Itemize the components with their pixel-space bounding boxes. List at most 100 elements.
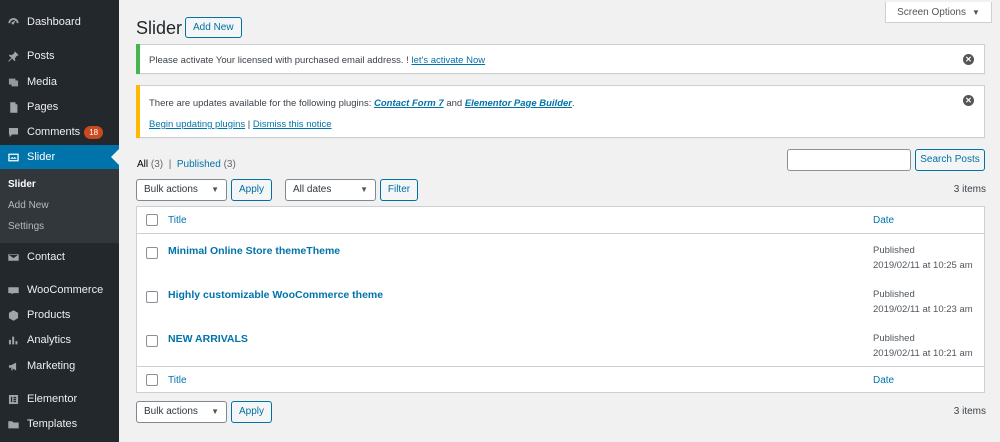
bar-chart-icon (6, 333, 20, 347)
sidebar-item-pages[interactable]: Pages (0, 95, 119, 119)
updates-notice-text: There are updates available for the foll… (149, 98, 575, 109)
chevron-down-icon: ▼ (211, 185, 219, 194)
sidebar-item-label: Analytics (27, 334, 72, 346)
begin-updating-link[interactable]: Begin updating plugins (149, 119, 245, 130)
filter-published-link[interactable]: Published (177, 159, 221, 170)
page-title: Slider (136, 18, 183, 38)
main-content: Screen Options ▼ Slider Add New Please a… (119, 0, 1000, 442)
column-date-footer[interactable]: Date (873, 375, 894, 386)
sidebar-item-products[interactable]: Products (0, 303, 119, 327)
notice-warning-bar (136, 85, 140, 138)
submenu-item-slider[interactable]: Slider (8, 179, 36, 190)
current-indicator (111, 149, 119, 165)
folder-icon (6, 417, 20, 431)
sidebar-item-comments[interactable]: Comments 18 (0, 120, 119, 144)
posts-table: Title Date Minimal Online Store themeThe… (136, 206, 985, 393)
bulk-actions-select-top[interactable]: Bulk actions ▼ (136, 179, 227, 201)
items-count-top: 3 items (953, 184, 986, 195)
sidebar-item-woocommerce[interactable]: WooCommerce (0, 278, 119, 302)
row-checkbox[interactable] (146, 291, 158, 303)
items-count-bottom: 3 items (953, 406, 986, 417)
row-title-link[interactable]: Minimal Online Store themeTheme (168, 245, 340, 257)
sidebar-item-elementor[interactable]: Elementor (0, 387, 119, 411)
sidebar-item-contact[interactable]: Contact (0, 245, 119, 269)
row-status: Published (873, 245, 915, 256)
license-notice: Please activate Your licensed with purch… (136, 44, 985, 74)
select-all-checkbox-footer[interactable] (146, 374, 158, 386)
sidebar-item-label: Comments (27, 126, 81, 138)
admin-sidebar: Dashboard Posts Media Pages Comments 18 … (0, 0, 119, 442)
chevron-down-icon: ▼ (360, 185, 368, 194)
search-input[interactable] (787, 149, 911, 171)
row-title-link[interactable]: NEW ARRIVALS (168, 333, 248, 345)
column-title-footer[interactable]: Title (168, 375, 187, 386)
activate-now-link[interactable]: let's activate Now (411, 55, 485, 66)
sidebar-item-marketing[interactable]: Marketing (0, 354, 119, 378)
close-icon[interactable]: ✕ (963, 54, 974, 65)
elementor-link[interactable]: Elementor Page Builder (465, 98, 572, 109)
filter-button[interactable]: Filter (380, 179, 418, 201)
sidebar-item-slider[interactable]: Slider (0, 145, 119, 169)
notice-success-bar (136, 44, 140, 74)
row-status: Published (873, 289, 915, 300)
media-icon (6, 75, 20, 89)
sidebar-item-label: Posts (27, 50, 55, 62)
pin-icon (6, 49, 20, 63)
sidebar-item-label: Elementor (27, 393, 78, 405)
status-filter-links: All (3) | Published (3) (137, 159, 236, 170)
slider-submenu: Slider Add New Settings (0, 169, 119, 243)
sidebar-item-label: Pages (27, 101, 59, 113)
slider-icon (6, 150, 20, 164)
contact-form-7-link[interactable]: Contact Form 7 (374, 98, 444, 109)
submenu-item-settings[interactable]: Settings (8, 221, 44, 232)
sidebar-item-label: WooCommerce (27, 284, 104, 296)
mail-icon (6, 250, 20, 264)
sidebar-item-label: Templates (27, 418, 78, 430)
table-row: NEW ARRIVALS Published 2019/02/11 at 10:… (137, 326, 984, 370)
search-posts-button[interactable]: Search Posts (915, 149, 985, 171)
apply-button-top[interactable]: Apply (231, 179, 272, 201)
bulk-actions-select-bottom[interactable]: Bulk actions ▼ (136, 401, 227, 423)
sidebar-item-media[interactable]: Media (0, 70, 119, 94)
megaphone-icon (6, 359, 20, 373)
elementor-icon (6, 392, 20, 406)
row-status: Published (873, 333, 915, 344)
table-header: Title Date (137, 207, 984, 234)
sidebar-item-label: Slider (27, 151, 56, 163)
woocommerce-icon (6, 283, 20, 297)
table-row: Highly customizable WooCommerce theme Pu… (137, 282, 984, 326)
apply-button-bottom[interactable]: Apply (231, 401, 272, 423)
row-date: 2019/02/11 at 10:21 am (873, 348, 973, 359)
pages-icon (6, 100, 20, 114)
table-footer: Title Date (137, 366, 984, 393)
date-filter-select[interactable]: All dates ▼ (285, 179, 376, 201)
submenu-item-add-new[interactable]: Add New (8, 200, 49, 211)
sidebar-item-label: Dashboard (27, 16, 81, 28)
box-icon (6, 308, 20, 322)
caret-down-icon: ▼ (972, 7, 980, 17)
column-title-header[interactable]: Title (168, 215, 187, 226)
comments-count-badge: 18 (84, 125, 104, 139)
close-icon[interactable]: ✕ (963, 95, 974, 106)
filter-all-link[interactable]: All (137, 159, 148, 170)
screen-options-button[interactable]: Screen Options ▼ (885, 2, 992, 23)
select-all-checkbox[interactable] (146, 214, 158, 226)
row-date: 2019/02/11 at 10:25 am (873, 260, 973, 271)
sidebar-item-templates[interactable]: Templates (0, 412, 119, 436)
sidebar-item-label: Marketing (27, 360, 76, 372)
comment-icon (6, 125, 20, 139)
row-title-link[interactable]: Highly customizable WooCommerce theme (168, 289, 383, 301)
dashboard-icon (6, 15, 20, 29)
screen-options-label: Screen Options (897, 6, 966, 18)
sidebar-item-label: Contact (27, 251, 65, 263)
chevron-down-icon: ▼ (211, 407, 219, 416)
dismiss-notice-link[interactable]: Dismiss this notice (253, 119, 332, 130)
row-checkbox[interactable] (146, 335, 158, 347)
column-date-header[interactable]: Date (873, 215, 894, 226)
row-checkbox[interactable] (146, 247, 158, 259)
license-notice-text: Please activate Your licensed with purch… (149, 55, 486, 66)
add-new-button[interactable]: Add New (185, 17, 242, 38)
sidebar-item-posts[interactable]: Posts (0, 44, 119, 68)
sidebar-item-analytics[interactable]: Analytics (0, 328, 119, 352)
sidebar-item-dashboard[interactable]: Dashboard (0, 10, 119, 34)
